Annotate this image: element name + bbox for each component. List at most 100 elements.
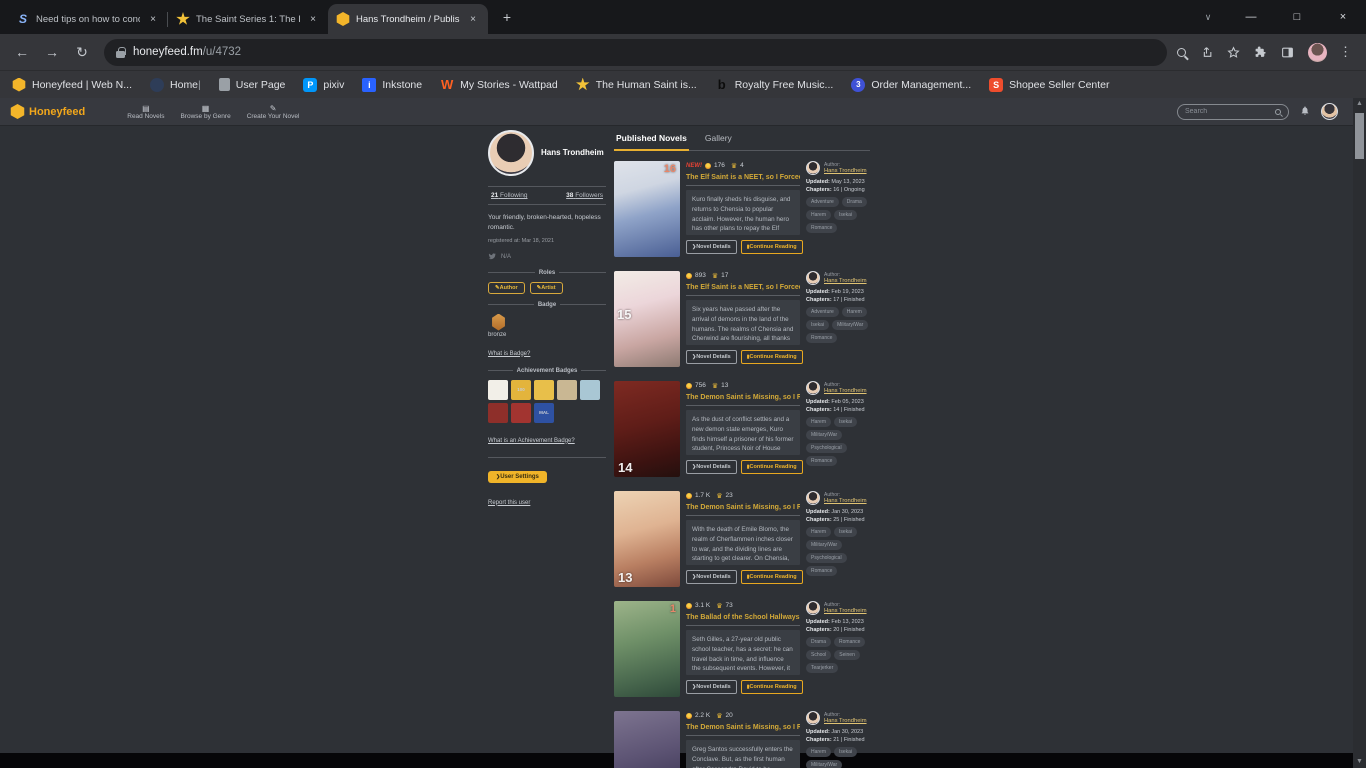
genre-tag[interactable]: Isekai — [806, 320, 829, 330]
novel-details-button[interactable]: Novel Details — [686, 460, 737, 474]
genre-tag[interactable]: Harem — [806, 417, 831, 427]
genre-tag[interactable]: Seinen — [834, 650, 860, 660]
lock-icon[interactable] — [116, 47, 125, 58]
continue-reading-button[interactable]: Continue Reading — [741, 350, 803, 364]
author-avatar[interactable] — [806, 271, 820, 285]
what-is-badge-link[interactable]: What is Badge? — [488, 351, 530, 357]
bookmark-item[interactable]: Home | — [150, 78, 201, 92]
continue-reading-button[interactable]: Continue Reading — [741, 240, 803, 254]
author-avatar[interactable] — [806, 711, 820, 725]
novel-title-link[interactable]: The Ballad of the School Hallways — [686, 610, 800, 626]
genre-tag[interactable]: Tearjerker — [806, 663, 838, 673]
genre-tag[interactable]: Isekai — [834, 747, 857, 757]
site-nav-item[interactable]: ▦ Browse by Genre — [180, 104, 230, 120]
author-avatar[interactable] — [806, 491, 820, 505]
scroll-down-icon[interactable]: ▼ — [1356, 756, 1363, 768]
author-name-link[interactable]: Hans Trondheim — [824, 718, 867, 724]
site-nav-item[interactable]: ✎ Create Your Novel — [247, 104, 300, 120]
novel-cover[interactable]: 15 — [614, 271, 680, 367]
author-name-link[interactable]: Hans Trondheim — [824, 278, 867, 284]
browser-profile-avatar[interactable] — [1308, 43, 1327, 62]
address-bar[interactable]: honeyfeed.fm/u/4732 — [104, 39, 1167, 66]
user-settings-button[interactable]: User Settings — [488, 471, 547, 483]
novel-title-link[interactable]: The Demon Saint is Missing, so I Ran to … — [686, 720, 800, 736]
tab-close-icon[interactable]: × — [466, 12, 480, 26]
browser-tab[interactable]: The Saint Series 1: The Human Sa × — [168, 4, 328, 34]
bookmark-item[interactable]: W My Stories - Wattpad — [440, 78, 558, 92]
report-user-link[interactable]: Report this user — [488, 500, 530, 506]
novel-title-link[interactable]: The Demon Saint is Missing, so I Ran to … — [686, 500, 800, 516]
bookmark-item[interactable]: b Royalty Free Music... — [715, 78, 834, 92]
genre-tag[interactable]: Romance — [806, 223, 837, 233]
scrollbar-thumb[interactable] — [1355, 113, 1364, 159]
genre-tag[interactable]: Adventure — [806, 197, 839, 207]
genre-tag[interactable]: Harem — [806, 527, 831, 537]
honeyfeed-logo[interactable]: Honeyfeed — [10, 104, 85, 119]
forward-button[interactable]: → — [38, 38, 66, 66]
genre-tag[interactable]: Psychological — [806, 443, 847, 453]
author-name-link[interactable]: Hans Trondheim — [824, 168, 867, 174]
novel-title-link[interactable]: The Elf Saint is a NEET, so I Forced Her… — [686, 170, 800, 186]
author-avatar[interactable] — [806, 161, 820, 175]
genre-tag[interactable]: Isekai — [834, 527, 857, 537]
genre-tag[interactable]: Military/War — [806, 760, 842, 768]
share-icon[interactable] — [1200, 46, 1213, 59]
genre-tag[interactable]: Romance — [834, 637, 865, 647]
bookmark-item[interactable]: Honeyfeed | Web N... — [12, 78, 132, 92]
continue-reading-button[interactable]: Continue Reading — [741, 680, 803, 694]
author-name-link[interactable]: Hans Trondheim — [824, 608, 867, 614]
novel-details-button[interactable]: Novel Details — [686, 240, 737, 254]
side-panel-icon[interactable] — [1281, 46, 1294, 59]
novel-title-link[interactable]: The Elf Saint is a NEET, so I Forced Her… — [686, 280, 800, 296]
profile-tab[interactable]: Published Novels — [614, 128, 689, 151]
author-avatar[interactable] — [806, 381, 820, 395]
genre-tag[interactable]: Military/War — [806, 540, 842, 550]
site-nav-item[interactable]: ▤ Read Novels — [127, 104, 164, 120]
novel-cover[interactable]: 13 — [614, 491, 680, 587]
what-is-achievement-badge-link[interactable]: What is an Achievement Badge? — [488, 438, 575, 444]
genre-tag[interactable]: Isekai — [834, 417, 857, 427]
tab-close-icon[interactable]: × — [146, 12, 160, 26]
bookmark-star-icon[interactable] — [1227, 46, 1240, 59]
author-name-link[interactable]: Hans Trondheim — [824, 388, 867, 394]
continue-reading-button[interactable]: Continue Reading — [741, 460, 803, 474]
minimize-button[interactable]: — — [1228, 0, 1274, 34]
novel-cover[interactable]: 16 — [614, 161, 680, 257]
continue-reading-button[interactable]: Continue Reading — [741, 570, 803, 584]
user-avatar[interactable] — [1321, 103, 1338, 120]
bookmark-item[interactable]: i Inkstone — [362, 78, 422, 92]
novel-details-button[interactable]: Novel Details — [686, 680, 737, 694]
site-search[interactable] — [1177, 104, 1289, 120]
maximize-button[interactable]: □ — [1274, 0, 1320, 34]
novel-details-button[interactable]: Novel Details — [686, 570, 737, 584]
genre-tag[interactable]: Harem — [806, 747, 831, 757]
novel-cover[interactable]: 14 — [614, 381, 680, 477]
back-button[interactable]: ← — [8, 38, 36, 66]
genre-tag[interactable]: Harem — [806, 210, 831, 220]
genre-tag[interactable]: Psychological — [806, 553, 847, 563]
search-input[interactable] — [1185, 108, 1271, 115]
followers-link[interactable]: 38 Followers — [566, 192, 603, 199]
author-avatar[interactable] — [806, 601, 820, 615]
novel-details-button[interactable]: Novel Details — [686, 350, 737, 364]
tab-search-chevron-icon[interactable]: ∨ — [1188, 0, 1228, 34]
genre-tag[interactable]: Romance — [806, 456, 837, 466]
genre-tag[interactable]: Romance — [806, 333, 837, 343]
extensions-puzzle-icon[interactable] — [1254, 46, 1267, 59]
novel-title-link[interactable]: The Demon Saint is Missing, so I Ran to … — [686, 390, 800, 406]
profile-tab[interactable]: Gallery — [703, 128, 734, 150]
genre-tag[interactable]: Military/War — [832, 320, 868, 330]
author-name-link[interactable]: Hans Trondheim — [824, 498, 867, 504]
bookmark-item[interactable]: S Shopee Seller Center — [989, 78, 1109, 92]
tab-close-icon[interactable]: × — [306, 12, 320, 26]
notifications-bell-icon[interactable] — [1300, 103, 1310, 121]
novel-cover[interactable] — [614, 711, 680, 768]
browser-tab[interactable]: S Need tips on how to concentrate × — [8, 4, 168, 34]
browser-tab[interactable]: Hans Trondheim / Published Nov × — [328, 4, 488, 34]
reload-button[interactable]: ↻ — [68, 38, 96, 66]
genre-tag[interactable]: Adventure — [806, 307, 839, 317]
genre-tag[interactable]: Isekai — [834, 210, 857, 220]
bookmark-item[interactable]: 3 Order Management... — [851, 78, 971, 92]
scroll-up-icon[interactable]: ▲ — [1356, 98, 1363, 110]
genre-tag[interactable]: Romance — [806, 566, 837, 576]
